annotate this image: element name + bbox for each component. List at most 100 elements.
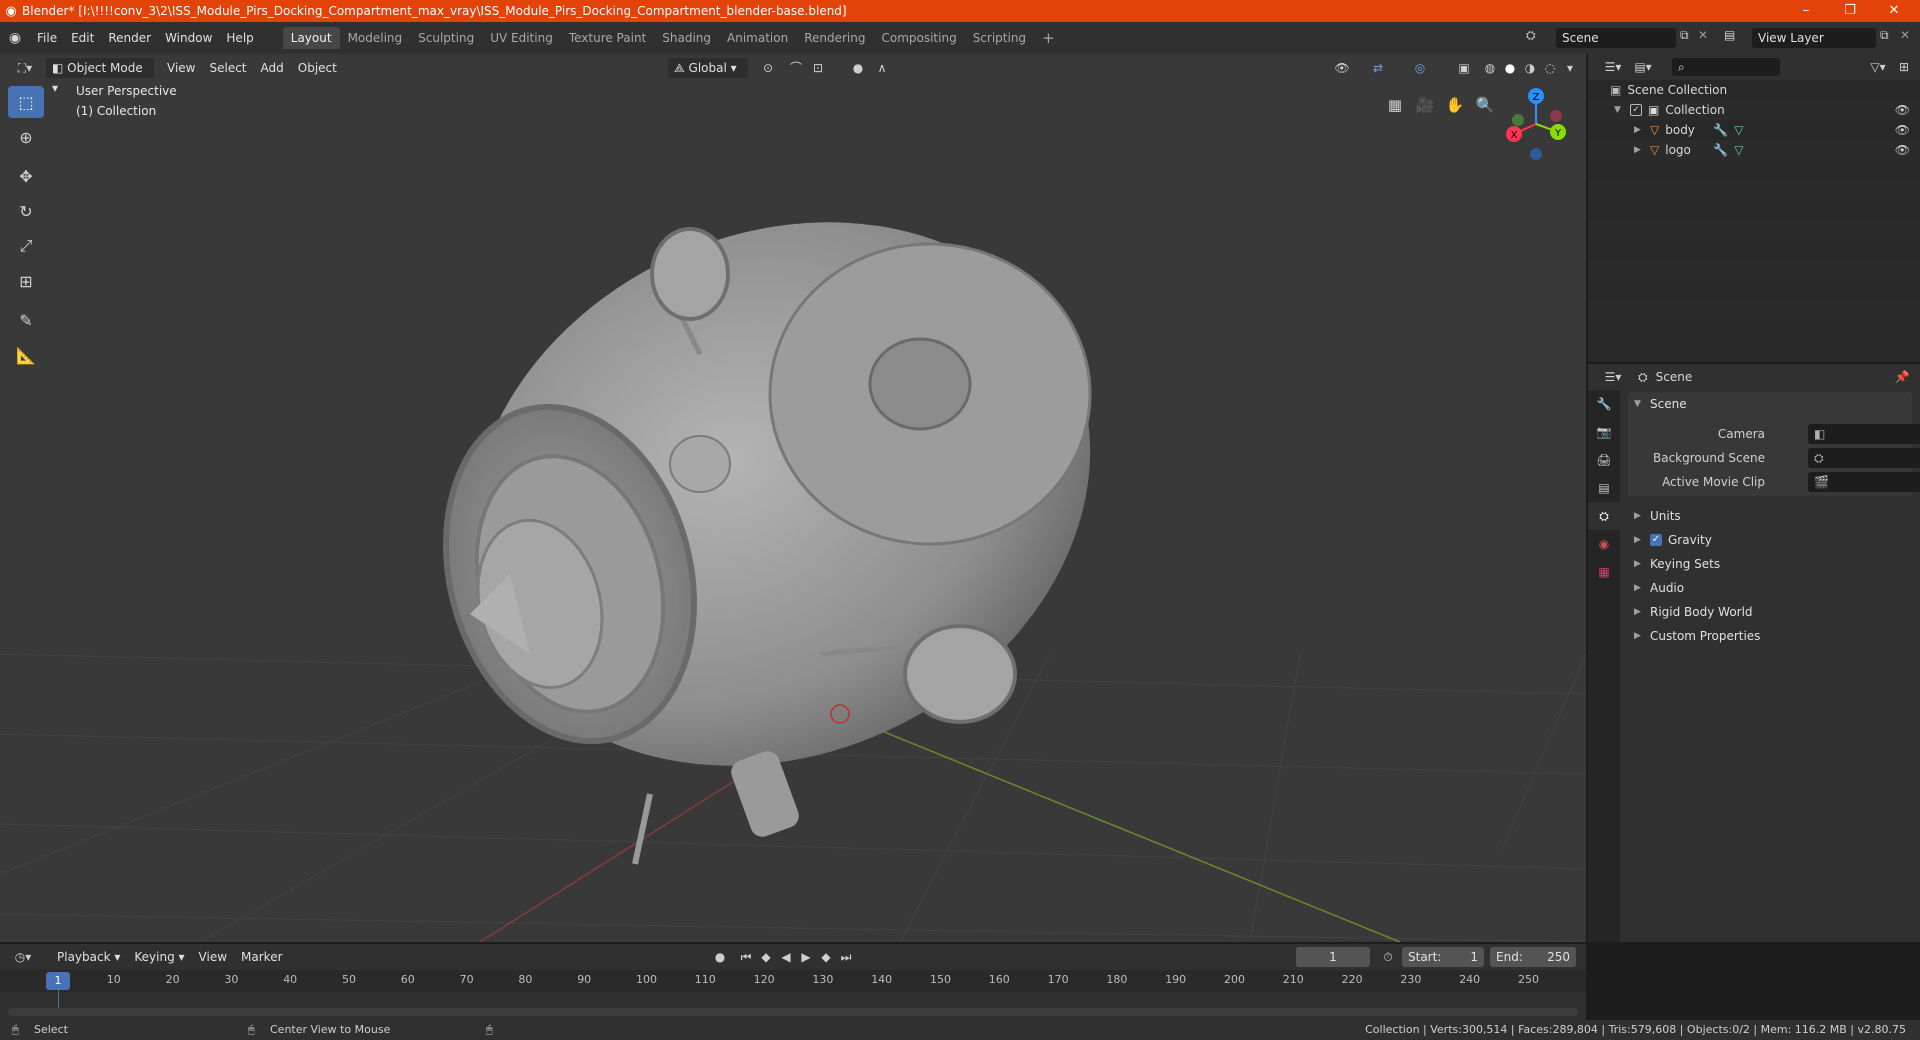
panel-scene[interactable]: ▼ Scene	[1628, 392, 1912, 416]
cursor-tool[interactable]: ⊕	[8, 121, 44, 153]
record-icon[interactable]: ●	[708, 947, 732, 967]
transform-tool[interactable]: ⊞	[8, 265, 44, 297]
scene-properties-icon[interactable]: ⛭	[1588, 502, 1620, 530]
collection-checkbox[interactable]: ✓	[1630, 104, 1642, 116]
outliner-row-scene-collection[interactable]: ▣ Scene Collection	[1588, 80, 1920, 100]
scale-tool[interactable]: ⤢	[8, 230, 44, 262]
display-mode-icon[interactable]: ▤▾	[1628, 57, 1658, 77]
shading-options-icon[interactable]: ▾	[1558, 58, 1582, 78]
body-expand-icon[interactable]: ▶	[1634, 125, 1650, 135]
outliner-row-body[interactable]: ▶ ▽ body 🔧 ▽ 👁	[1588, 120, 1920, 140]
mesh-data-icon[interactable]: ▽	[1734, 123, 1743, 137]
tab-shading[interactable]: Shading	[654, 27, 719, 49]
tab-rendering[interactable]: Rendering	[796, 27, 873, 49]
panel-keying-sets[interactable]: ▶ Keying Sets	[1628, 552, 1912, 576]
tool-properties-icon[interactable]: 🔧	[1588, 390, 1620, 418]
visibility-icon[interactable]: 👁	[1330, 58, 1354, 78]
tab-modeling[interactable]: Modeling	[340, 27, 411, 49]
camera-view-icon[interactable]: 🎥	[1410, 90, 1440, 120]
panel-gravity[interactable]: ▶ ✓ Gravity	[1628, 528, 1912, 552]
timeline-menu-playback[interactable]: Playback ▾	[50, 946, 127, 968]
spacecraft-model[interactable]	[380, 123, 1180, 865]
editor-type-icon[interactable]: ⛶▾	[8, 58, 42, 78]
viewport-menu-view[interactable]: View	[160, 57, 202, 79]
zoom-view-icon[interactable]: 🔍	[1470, 90, 1500, 120]
tab-uv-editing[interactable]: UV Editing	[482, 27, 561, 49]
tab-animation[interactable]: Animation	[719, 27, 796, 49]
navigation-gizmo[interactable]: Z X Y	[1500, 84, 1572, 164]
select-box-tool[interactable]: ⬚	[8, 86, 44, 118]
pivot-point-icon[interactable]: ⊙	[756, 58, 780, 78]
render-properties-icon[interactable]: 📷	[1588, 418, 1620, 446]
falloff-icon[interactable]: ∧	[870, 58, 894, 78]
properties-editor-type-icon[interactable]: ☰▾	[1598, 367, 1628, 387]
menu-help[interactable]: Help	[219, 27, 260, 49]
gravity-checkbox[interactable]: ✓	[1650, 534, 1662, 546]
transform-orientation-dropdown[interactable]: ⟁ Global ▾	[668, 58, 748, 78]
logo-visibility-icon[interactable]: 👁	[1895, 143, 1910, 157]
body-visibility-icon[interactable]: 👁	[1895, 123, 1910, 137]
viewport-menu-add[interactable]: Add	[254, 57, 291, 79]
tab-sculpting[interactable]: Sculpting	[410, 27, 482, 49]
measure-tool[interactable]: 📐	[8, 339, 44, 371]
playhead[interactable]: 1	[46, 972, 70, 990]
panel-rigid-body-world[interactable]: ▶ Rigid Body World	[1628, 600, 1912, 624]
outliner-row-collection[interactable]: ▼ ✓ ▣ Collection 👁	[1588, 100, 1920, 120]
background-scene-field[interactable]: ⛭	[1808, 448, 1920, 468]
gizmos-icon[interactable]: ⇄	[1366, 58, 1390, 78]
modifier-icon[interactable]: 🔧	[1713, 143, 1728, 157]
tab-texture-paint[interactable]: Texture Paint	[561, 27, 654, 49]
tab-compositing[interactable]: Compositing	[873, 27, 964, 49]
timeline-menu-marker[interactable]: Marker	[234, 946, 289, 968]
frame-ruler[interactable]: 1 10 20 30 40 50 60 70 80 90 100 110 120 130 140 150 16…	[0, 970, 1586, 992]
outliner-row-logo[interactable]: ▶ ▽ logo 🔧 ▽ 👁	[1588, 140, 1920, 160]
view-layer-properties-icon[interactable]: ▤	[1588, 474, 1620, 502]
delete-view-layer-icon[interactable]: ✕	[1900, 28, 1910, 42]
tab-layout[interactable]: Layout	[282, 27, 340, 49]
jump-end-icon[interactable]: ⏭	[834, 947, 858, 967]
menu-window[interactable]: Window	[158, 27, 219, 49]
close-button[interactable]: ✕	[1872, 0, 1916, 22]
active-movie-clip-field[interactable]: 🎬	[1808, 472, 1920, 492]
logo-expand-icon[interactable]: ▶	[1634, 145, 1650, 155]
move-tool[interactable]: ✥	[8, 160, 44, 192]
start-frame-field[interactable]: Start: 1	[1402, 947, 1484, 967]
panel-custom-properties[interactable]: ▶ Custom Properties	[1628, 624, 1912, 648]
camera-field[interactable]: ◧ ✒	[1808, 424, 1920, 444]
xray-icon[interactable]: ▣	[1452, 58, 1476, 78]
texture-properties-icon[interactable]: ▦	[1588, 558, 1620, 586]
proportional-edit-icon[interactable]: ●	[846, 58, 870, 78]
collection-expand-icon[interactable]: ▼	[1614, 105, 1630, 115]
annotate-tool[interactable]: ✎	[8, 304, 44, 336]
panel-audio[interactable]: ▶ Audio	[1628, 576, 1912, 600]
timeline-menu-keying[interactable]: Keying ▾	[127, 946, 191, 968]
new-scene-icon[interactable]: ⧉	[1680, 28, 1689, 43]
viewport-menu-object[interactable]: Object	[291, 57, 344, 79]
preview-range-icon[interactable]: ⏱	[1376, 947, 1400, 967]
new-collection-icon[interactable]: ⊞	[1892, 57, 1916, 77]
snap-icon[interactable]: ⌒	[784, 58, 808, 78]
restore-button[interactable]: ❐	[1828, 0, 1872, 22]
outliner-editor-type-icon[interactable]: ☰▾	[1598, 57, 1628, 77]
add-workspace-button[interactable]: +	[1034, 27, 1063, 49]
3d-viewport[interactable]: ⛶▾ ◧ Object Mode ▾ View Select Add Objec…	[0, 54, 1586, 942]
toggle-camera-view-icon[interactable]: ▦	[1380, 90, 1410, 120]
viewport-menu-select[interactable]: Select	[202, 57, 253, 79]
snap-target-icon[interactable]: ⊡	[806, 58, 830, 78]
end-frame-field[interactable]: End: 250	[1490, 947, 1576, 967]
output-properties-icon[interactable]: 🖨	[1588, 446, 1620, 474]
filter-icon[interactable]: ▽▾	[1866, 57, 1890, 77]
menu-edit[interactable]: Edit	[64, 27, 101, 49]
timeline-scrollbar[interactable]	[8, 1008, 1578, 1016]
object-mode-dropdown[interactable]: ◧ Object Mode ▾	[46, 58, 154, 95]
timeline-menu-view[interactable]: View	[192, 946, 234, 968]
menu-file[interactable]: File	[30, 27, 64, 49]
timeline-editor-type-icon[interactable]: ◷▾	[8, 947, 38, 967]
outliner-search-input[interactable]: ⌕	[1672, 58, 1780, 76]
viewport-canvas[interactable]	[0, 54, 1586, 942]
rotate-tool[interactable]: ↻	[8, 195, 44, 227]
blender-menu-icon[interactable]: ◉	[0, 30, 30, 46]
overlays-icon[interactable]: ◎	[1408, 58, 1432, 78]
new-view-layer-icon[interactable]: ⧉	[1880, 28, 1889, 43]
minimize-button[interactable]: –	[1784, 0, 1828, 22]
